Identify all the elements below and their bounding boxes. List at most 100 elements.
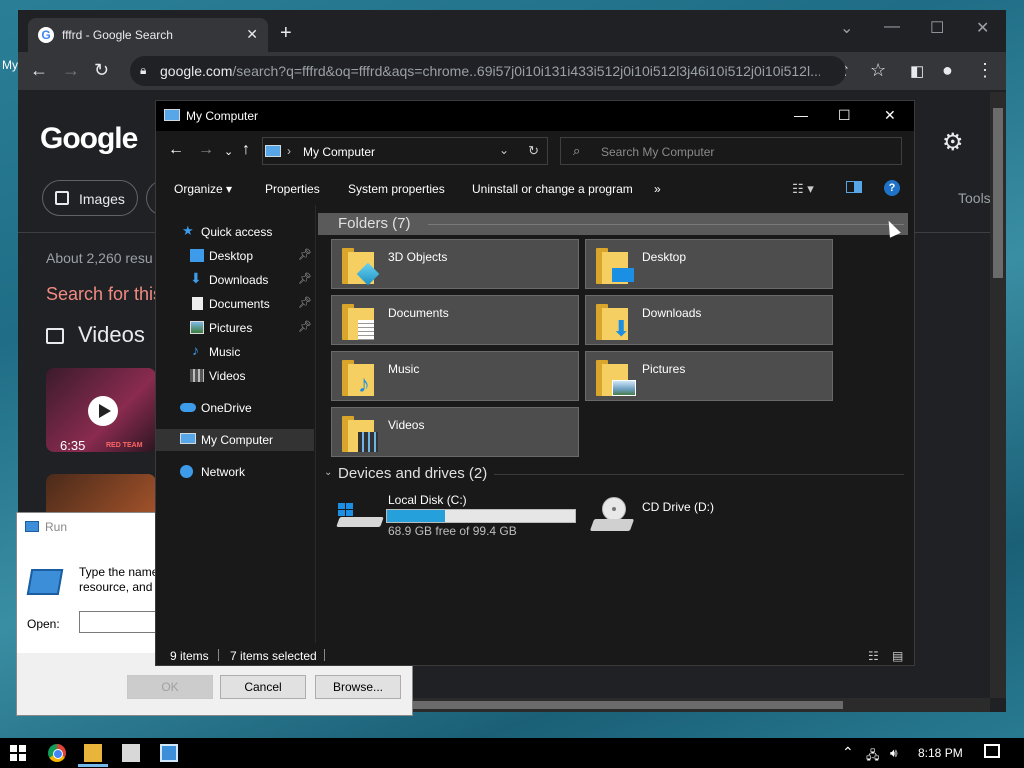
minimize-icon[interactable]: — [884, 18, 900, 36]
pin-icon[interactable]: 📌︎ [298, 272, 312, 285]
video-thumbnail[interactable]: 6:35 RED TEAM [46, 368, 156, 452]
side-panel-icon[interactable]: ◧ [910, 62, 924, 80]
network-tray-icon[interactable]: 🖧︎ [866, 746, 879, 767]
folder-tile-music[interactable]: ♪ Music [331, 351, 579, 401]
forward-icon[interactable]: → [198, 141, 214, 159]
google-favicon-icon: G [38, 27, 54, 43]
pin-icon[interactable]: 📌︎ [298, 320, 312, 333]
folder-tile-3d-objects[interactable]: 3D Objects [331, 239, 579, 289]
video-overlay-text: RED TEAM [106, 442, 143, 449]
tab-close-icon[interactable]: ✕ [246, 26, 258, 43]
maximize-icon[interactable]: ☐ [838, 107, 851, 124]
folder-tile-documents[interactable]: Documents [331, 295, 579, 345]
clock[interactable]: 8:18 PM [918, 746, 963, 760]
pin-icon[interactable]: 📌︎ [298, 296, 312, 309]
recent-locations-icon[interactable]: ⌄ [224, 145, 233, 158]
pane-splitter[interactable] [315, 205, 316, 645]
nav-item-documents[interactable]: Documents 📌︎ [156, 293, 314, 315]
nav-item-desktop[interactable]: Desktop 📌︎ [156, 245, 314, 267]
system-properties-button[interactable]: System properties [348, 182, 445, 196]
refresh-icon[interactable]: ↻ [528, 143, 539, 159]
images-chip-label: Images [79, 191, 125, 207]
run-taskbar-icon[interactable] [160, 744, 178, 762]
drive-cd-d[interactable]: CD Drive (D:) [589, 491, 790, 541]
file-explorer-taskbar-icon[interactable] [84, 744, 102, 762]
search-suggestion-link[interactable]: Search for this [46, 284, 162, 305]
help-icon[interactable]: ? [884, 180, 900, 196]
back-icon[interactable]: ← [168, 141, 184, 159]
folder-tile-videos[interactable]: Videos [331, 407, 579, 457]
vertical-scrollbar[interactable] [990, 92, 1006, 698]
nav-label: Quick access [201, 225, 273, 239]
notification-icon[interactable] [984, 744, 1000, 758]
tab-search-icon[interactable]: ⌄ [840, 18, 853, 38]
organize-button[interactable]: Organize ▾ [174, 182, 232, 196]
volume-icon[interactable]: 🔊︎ [890, 746, 898, 761]
cancel-button[interactable]: Cancel [220, 675, 306, 699]
windows-start-icon[interactable] [10, 745, 26, 761]
properties-button[interactable]: Properties [265, 182, 320, 196]
nav-label: Documents [209, 297, 270, 311]
breadcrumb[interactable]: My Computer [303, 145, 375, 159]
explorer-titlebar[interactable]: My Computer — ☐ ✕ [156, 101, 914, 131]
profile-icon[interactable]: ● [942, 60, 953, 81]
nav-item-onedrive[interactable]: OneDrive [156, 397, 314, 419]
video-duration: 6:35 [60, 438, 86, 452]
nav-item-my-computer[interactable]: My Computer [156, 429, 314, 451]
desktop-icon-label[interactable]: My [2, 58, 18, 72]
new-tab-button[interactable]: + [280, 22, 292, 45]
large-icons-view-icon[interactable]: ▤ [892, 649, 903, 663]
folder-tile-pictures[interactable]: Pictures [585, 351, 833, 401]
bookmark-star-icon[interactable]: ☆ [870, 60, 886, 81]
chevron-down-icon[interactable]: ⌄ [324, 467, 332, 478]
explorer-search[interactable]: ⌕ Search My Computer [560, 137, 902, 165]
navigation-pane: ★ Quick access Desktop 📌︎ ⬇ Downloads 📌︎… [156, 211, 314, 645]
chrome-taskbar-icon[interactable] [48, 744, 66, 762]
ok-button[interactable]: OK [127, 675, 213, 699]
minimize-icon[interactable]: — [794, 107, 808, 123]
images-chip[interactable]: Images [42, 180, 138, 216]
google-logo[interactable]: Google [40, 122, 138, 156]
drives-group-header[interactable]: ⌄ Devices and drives (2) [318, 463, 908, 485]
more-commands-button[interactable]: » [654, 182, 661, 196]
nav-item-videos[interactable]: Videos [156, 365, 314, 387]
settings-gear-icon[interactable]: ⚙ [942, 128, 964, 157]
document-taskbar-icon[interactable] [122, 744, 140, 762]
folders-group-header[interactable]: Folders (7) [318, 213, 908, 235]
divider [218, 649, 219, 661]
lock-icon[interactable]: 🔒︎ [140, 63, 146, 78]
forward-icon[interactable]: → [62, 60, 80, 81]
chevron-down-icon[interactable]: ⌄ [499, 143, 509, 157]
chevron-up-icon[interactable]: ⌃ [842, 744, 854, 761]
menu-icon[interactable]: ⋮ [976, 60, 994, 81]
folder-tile-desktop[interactable]: Desktop [585, 239, 833, 289]
explorer-address-bar[interactable]: › My Computer ⌄ ↻ [262, 137, 548, 165]
up-icon[interactable]: ↑ [242, 141, 250, 159]
address-bar[interactable]: 🔒︎ google.com/search?q=fffrd&oq=fffrd&aq… [130, 56, 846, 86]
details-view-icon[interactable]: ☷ [868, 649, 879, 663]
scrollbar-thumb[interactable] [993, 108, 1003, 278]
maximize-icon[interactable]: ☐ [930, 18, 944, 38]
chrome-tab[interactable]: G fffrd - Google Search ✕ [28, 18, 268, 52]
preview-pane-icon[interactable] [846, 181, 862, 193]
nav-item-network[interactable]: Network [156, 461, 314, 483]
close-icon[interactable]: ✕ [884, 107, 896, 124]
folder-tile-downloads[interactable]: ⬇ Downloads [585, 295, 833, 345]
nav-item-pictures[interactable]: Pictures 📌︎ [156, 317, 314, 339]
search-input[interactable]: Search My Computer [601, 145, 714, 159]
uninstall-button[interactable]: Uninstall or change a program [472, 182, 633, 196]
change-view-icon[interactable]: ☷ ▾ [792, 181, 814, 197]
address-url[interactable]: google.com/search?q=fffrd&oq=fffrd&aqs=c… [160, 63, 820, 79]
nav-item-downloads[interactable]: ⬇ Downloads 📌︎ [156, 269, 314, 291]
breadcrumb-chevron-icon[interactable]: › [287, 144, 291, 158]
tab-title: fffrd - Google Search [62, 28, 173, 42]
nav-item-quick-access[interactable]: ★ Quick access [156, 221, 314, 243]
back-icon[interactable]: ← [30, 60, 48, 81]
browse-button[interactable]: Browse... [315, 675, 401, 699]
pin-icon[interactable]: 📌︎ [298, 248, 312, 261]
close-icon[interactable]: ✕ [976, 18, 989, 38]
tools-button[interactable]: Tools [958, 190, 991, 206]
reload-icon[interactable]: ↻ [94, 60, 109, 81]
nav-item-music[interactable]: ♪ Music [156, 341, 314, 363]
explorer-title: My Computer [186, 109, 259, 123]
